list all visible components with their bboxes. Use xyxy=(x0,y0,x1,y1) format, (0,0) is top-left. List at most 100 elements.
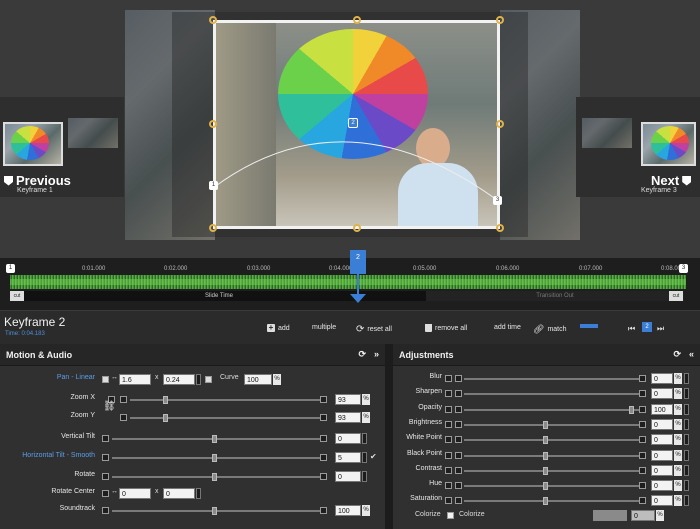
zoom-y-max[interactable] xyxy=(320,414,327,421)
timeline[interactable]: 0:01.000 0:02.000 0:03.000 0:04.000 0:05… xyxy=(0,250,700,310)
zoom-y-handle[interactable] xyxy=(163,414,168,422)
rotate-max[interactable] xyxy=(320,473,327,480)
playhead-marker[interactable]: 2 xyxy=(350,250,366,274)
zoom-x-slider[interactable] xyxy=(130,399,325,401)
zoom-x-input[interactable]: 93 xyxy=(335,394,361,405)
zoom-y-checkbox[interactable] xyxy=(120,414,127,421)
motion-point-1[interactable]: 1 xyxy=(209,181,218,190)
vertical-tilt-slider[interactable] xyxy=(112,438,325,440)
collapse-left-icon[interactable]: « xyxy=(689,349,694,360)
next-keyframe-thumbnail[interactable] xyxy=(641,122,696,166)
vertical-tilt-input[interactable]: 0 xyxy=(335,433,361,444)
adjustment-checkbox[interactable] xyxy=(445,497,452,505)
adjustment-max[interactable] xyxy=(639,466,646,474)
vertical-tilt-max[interactable] xyxy=(320,435,327,442)
zoom-x-max[interactable] xyxy=(320,396,327,403)
motion-point-3[interactable]: 3 xyxy=(493,196,502,205)
adjustment-checkbox[interactable] xyxy=(445,420,452,428)
crop-handle-top-right[interactable] xyxy=(496,16,504,24)
adjustment-handle[interactable] xyxy=(629,405,634,414)
adjustment-max[interactable] xyxy=(639,451,646,459)
adjustment-max[interactable] xyxy=(639,420,646,428)
pan-x-input[interactable]: 1.6 xyxy=(119,374,151,385)
keyframe-marker-3[interactable]: 3 xyxy=(679,264,688,273)
link-icon[interactable]: ⛓ xyxy=(103,401,116,412)
adjustment-min[interactable] xyxy=(455,436,462,444)
rotate-handle[interactable] xyxy=(212,473,217,481)
adjustment-input[interactable]: 0 xyxy=(651,373,673,384)
cut-start[interactable]: cut xyxy=(10,291,24,301)
adjustment-stepper[interactable] xyxy=(684,449,689,461)
adjustment-min[interactable] xyxy=(455,375,462,382)
adjustment-stepper[interactable] xyxy=(684,480,689,492)
vertical-tilt-stepper[interactable] xyxy=(362,433,367,444)
colorize-input[interactable]: 0 xyxy=(631,510,655,521)
multiple-button[interactable]: multiple xyxy=(312,324,336,331)
adjustment-max[interactable] xyxy=(639,482,646,490)
zoom-y-slider[interactable] xyxy=(130,417,325,419)
adjustment-min[interactable] xyxy=(455,451,462,459)
adjustment-checkbox[interactable] xyxy=(445,405,452,413)
adjustment-input[interactable]: 100 xyxy=(651,403,673,415)
horizontal-tilt-label[interactable]: Horizontal Tilt - Smooth xyxy=(22,452,95,459)
horizontal-tilt-input[interactable]: 5 xyxy=(335,452,361,463)
colorize-swatch[interactable] xyxy=(593,510,627,521)
crop-handle-bottom-right[interactable] xyxy=(496,224,504,232)
adjustment-max[interactable] xyxy=(639,390,646,398)
soundtrack-checkbox[interactable] xyxy=(102,507,109,514)
horizontal-tilt-slider[interactable] xyxy=(112,457,325,459)
adjustment-min[interactable] xyxy=(455,497,462,505)
adjustment-input[interactable]: 0 xyxy=(651,418,673,430)
pan-y-stepper[interactable] xyxy=(196,374,201,385)
rotate-center-stepper[interactable] xyxy=(196,488,201,499)
adjustment-stepper[interactable] xyxy=(684,388,689,400)
adjustment-stepper[interactable] xyxy=(684,418,689,430)
keyframe-slider-icon[interactable] xyxy=(580,324,598,328)
vertical-tilt-checkbox[interactable] xyxy=(102,435,109,442)
match-button[interactable]: 🔗︎ match xyxy=(533,324,567,335)
adjustment-handle[interactable] xyxy=(543,497,548,506)
adjustment-checkbox[interactable] xyxy=(445,482,452,490)
adjustment-min[interactable] xyxy=(455,420,462,428)
zoom-y-input[interactable]: 93 xyxy=(335,412,361,423)
pan-keyframe-checkbox[interactable] xyxy=(102,376,109,383)
adjustment-max[interactable] xyxy=(639,497,646,505)
horizontal-tilt-handle[interactable] xyxy=(212,454,217,462)
adjustment-min[interactable] xyxy=(455,405,462,413)
crop-handle-bottom-left[interactable] xyxy=(209,224,217,232)
adjustment-min[interactable] xyxy=(455,482,462,490)
adjustment-handle[interactable] xyxy=(543,482,548,491)
rotate-checkbox[interactable] xyxy=(102,473,109,480)
adjustment-checkbox[interactable] xyxy=(445,466,452,474)
next-keyframe-button[interactable]: ⏭ xyxy=(657,324,664,334)
adjustment-checkbox[interactable] xyxy=(445,451,452,459)
rotate-center-y-input[interactable]: 0 xyxy=(163,488,195,499)
adjustment-slider[interactable] xyxy=(464,485,640,488)
adjustment-slider[interactable] xyxy=(464,378,640,380)
adjustment-checkbox[interactable] xyxy=(445,436,452,444)
pan-label[interactable]: Pan - Linear xyxy=(57,374,95,381)
add-button[interactable]: + add xyxy=(267,324,290,332)
adjustment-slider[interactable] xyxy=(464,454,640,457)
cut-end[interactable]: cut xyxy=(669,291,683,301)
soundtrack-slider[interactable] xyxy=(112,510,325,512)
crop-handle-top-left[interactable] xyxy=(209,16,217,24)
checkmark-icon[interactable]: ✔ xyxy=(370,452,377,461)
rotate-slider[interactable] xyxy=(112,476,325,478)
motion-point-2[interactable]: 2 xyxy=(348,118,358,128)
curve-input[interactable]: 100 xyxy=(244,374,272,385)
adjustment-min[interactable] xyxy=(455,390,462,398)
adjustment-handle[interactable] xyxy=(543,466,548,475)
rotate-center-checkbox[interactable] xyxy=(102,490,109,497)
pan-curve-checkbox[interactable] xyxy=(205,376,212,383)
adjustment-input[interactable]: 0 xyxy=(651,464,673,476)
adjustment-slider[interactable] xyxy=(464,423,640,426)
adjustment-input[interactable]: 0 xyxy=(651,449,673,461)
adjustment-max[interactable] xyxy=(639,436,646,444)
adjustment-checkbox[interactable] xyxy=(445,375,452,382)
prev-keyframe-button[interactable]: ⏮ xyxy=(628,324,635,334)
adjustment-max[interactable] xyxy=(639,375,646,382)
transition-out-bar[interactable]: Transition Out xyxy=(426,291,684,301)
reset-icon[interactable]: ⟳ xyxy=(673,349,681,360)
reset-icon[interactable]: ⟳ xyxy=(358,349,366,360)
